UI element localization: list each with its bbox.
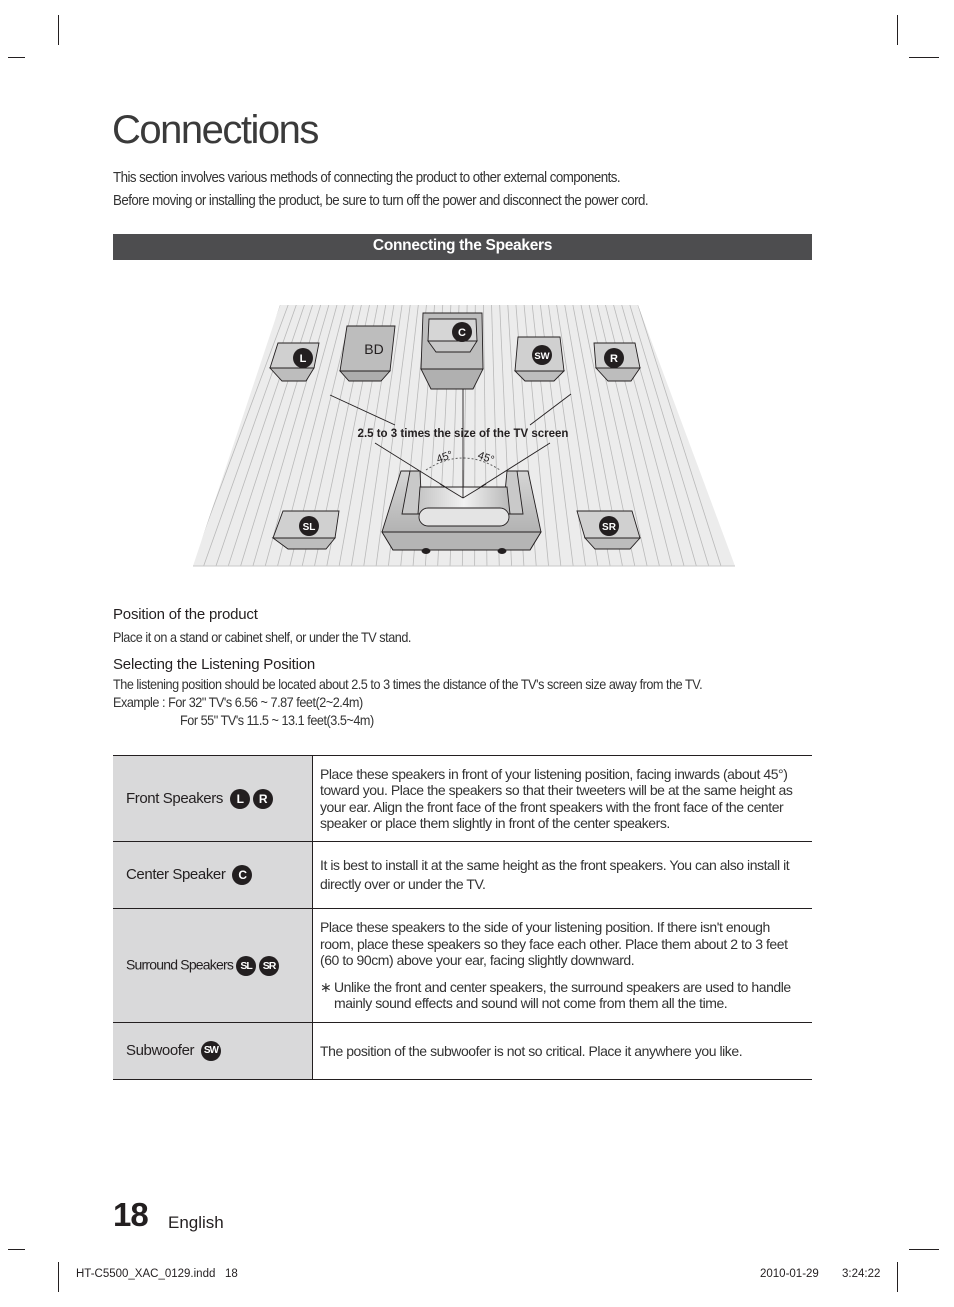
- intro-line-1: This section involves various methods of…: [113, 170, 621, 186]
- table-row: Center Speaker C It is best to install i…: [113, 841, 812, 909]
- crop-mark: [58, 1262, 59, 1292]
- slug-date: 2010-01-29: [760, 1268, 819, 1280]
- distance-caption: 2.5 to 3 times the size of the TV screen: [358, 428, 569, 440]
- intro-line-2: Before moving or installing the product,…: [113, 193, 649, 209]
- page-language: English: [168, 1213, 224, 1232]
- speaker-name: Front Speakers: [126, 789, 223, 807]
- table-row: Subwoofer SW The position of the subwoof…: [113, 1022, 812, 1080]
- speaker-name: Surround Speakers: [126, 956, 234, 973]
- section-heading: Connecting the Speakers: [113, 234, 812, 260]
- slug-time: 3:24:22: [842, 1268, 881, 1280]
- listening-example-2: For 55" TV's 11.5 ~ 13.1 feet(3.5~4m): [180, 713, 374, 728]
- row-description: The position of the subwoofer is not so …: [312, 1022, 812, 1080]
- center-label: C: [458, 327, 466, 339]
- row-description: Place these speakers to the side of your…: [312, 908, 812, 1023]
- page-number: 18: [113, 1196, 149, 1233]
- crop-mark: [8, 1249, 25, 1250]
- crop-mark: [909, 1249, 939, 1250]
- slug-filename: HT-C5500_XAC_0129.indd 18: [76, 1268, 238, 1280]
- position-text: Place it on a stand or cabinet shelf, or…: [113, 630, 411, 645]
- page-title: Connections: [112, 108, 319, 152]
- badge-r-icon: R: [252, 788, 273, 809]
- surround-note: ∗ Unlike the front and center speakers, …: [320, 979, 804, 1012]
- crop-mark: [897, 15, 898, 45]
- row-label: Front Speakers LR: [113, 755, 313, 842]
- row-description: Place these speakers in front of your li…: [312, 755, 812, 842]
- badge-l-icon: L: [229, 788, 250, 809]
- row-label: Center Speaker C: [113, 841, 313, 909]
- speaker-surround-left: SL: [271, 510, 340, 550]
- crop-mark: [909, 57, 939, 58]
- listening-heading: Selecting the Listening Position: [113, 656, 316, 673]
- row-label: Subwoofer SW: [113, 1022, 313, 1080]
- badge-c-icon: C: [232, 865, 253, 885]
- row-description: It is best to install it at the same hei…: [312, 841, 812, 909]
- svg-text:BD: BD: [364, 341, 383, 357]
- speaker-name: Subwoofer: [126, 1041, 195, 1059]
- asterisk-icon: ∗: [320, 978, 332, 995]
- note-text: Unlike the front and center speakers, th…: [334, 978, 791, 1012]
- svg-text:SL: SL: [303, 522, 316, 533]
- speaker-placement-table: Front Speakers LR Place these speakers i…: [113, 755, 812, 1080]
- listening-text: The listening position should be located…: [113, 677, 703, 692]
- bd-player: BD: [338, 325, 396, 382]
- table-row: Front Speakers LR Place these speakers i…: [113, 755, 812, 842]
- crop-mark: [8, 57, 25, 58]
- speaker-layout-diagram: 2.5 to 3 times the size of the TV screen…: [193, 305, 735, 567]
- listening-example-1: Example : For 32" TV's 6.56 ~ 7.87 feet(…: [113, 695, 363, 710]
- svg-text:L: L: [300, 353, 307, 365]
- badge-sw-icon: SW: [200, 1041, 221, 1061]
- speaker-subwoofer: SW: [513, 336, 566, 382]
- badge-sl-icon: SL: [236, 955, 257, 976]
- svg-text:SR: SR: [602, 522, 617, 533]
- badge-sr-icon: SR: [259, 955, 280, 976]
- table-row: Surround Speakers SL SR Place these speake…: [113, 908, 812, 1023]
- speaker-name: Center Speaker: [126, 865, 226, 883]
- surround-description: Place these speakers to the side of your…: [320, 919, 788, 969]
- position-heading: Position of the product: [113, 606, 258, 623]
- svg-text:SW: SW: [534, 351, 549, 362]
- tv-with-center-speaker: C: [420, 312, 484, 390]
- svg-text:R: R: [610, 353, 618, 365]
- row-label: Surround Speakers SL SR: [113, 908, 313, 1023]
- crop-mark: [897, 1262, 898, 1292]
- crop-mark: [58, 15, 59, 45]
